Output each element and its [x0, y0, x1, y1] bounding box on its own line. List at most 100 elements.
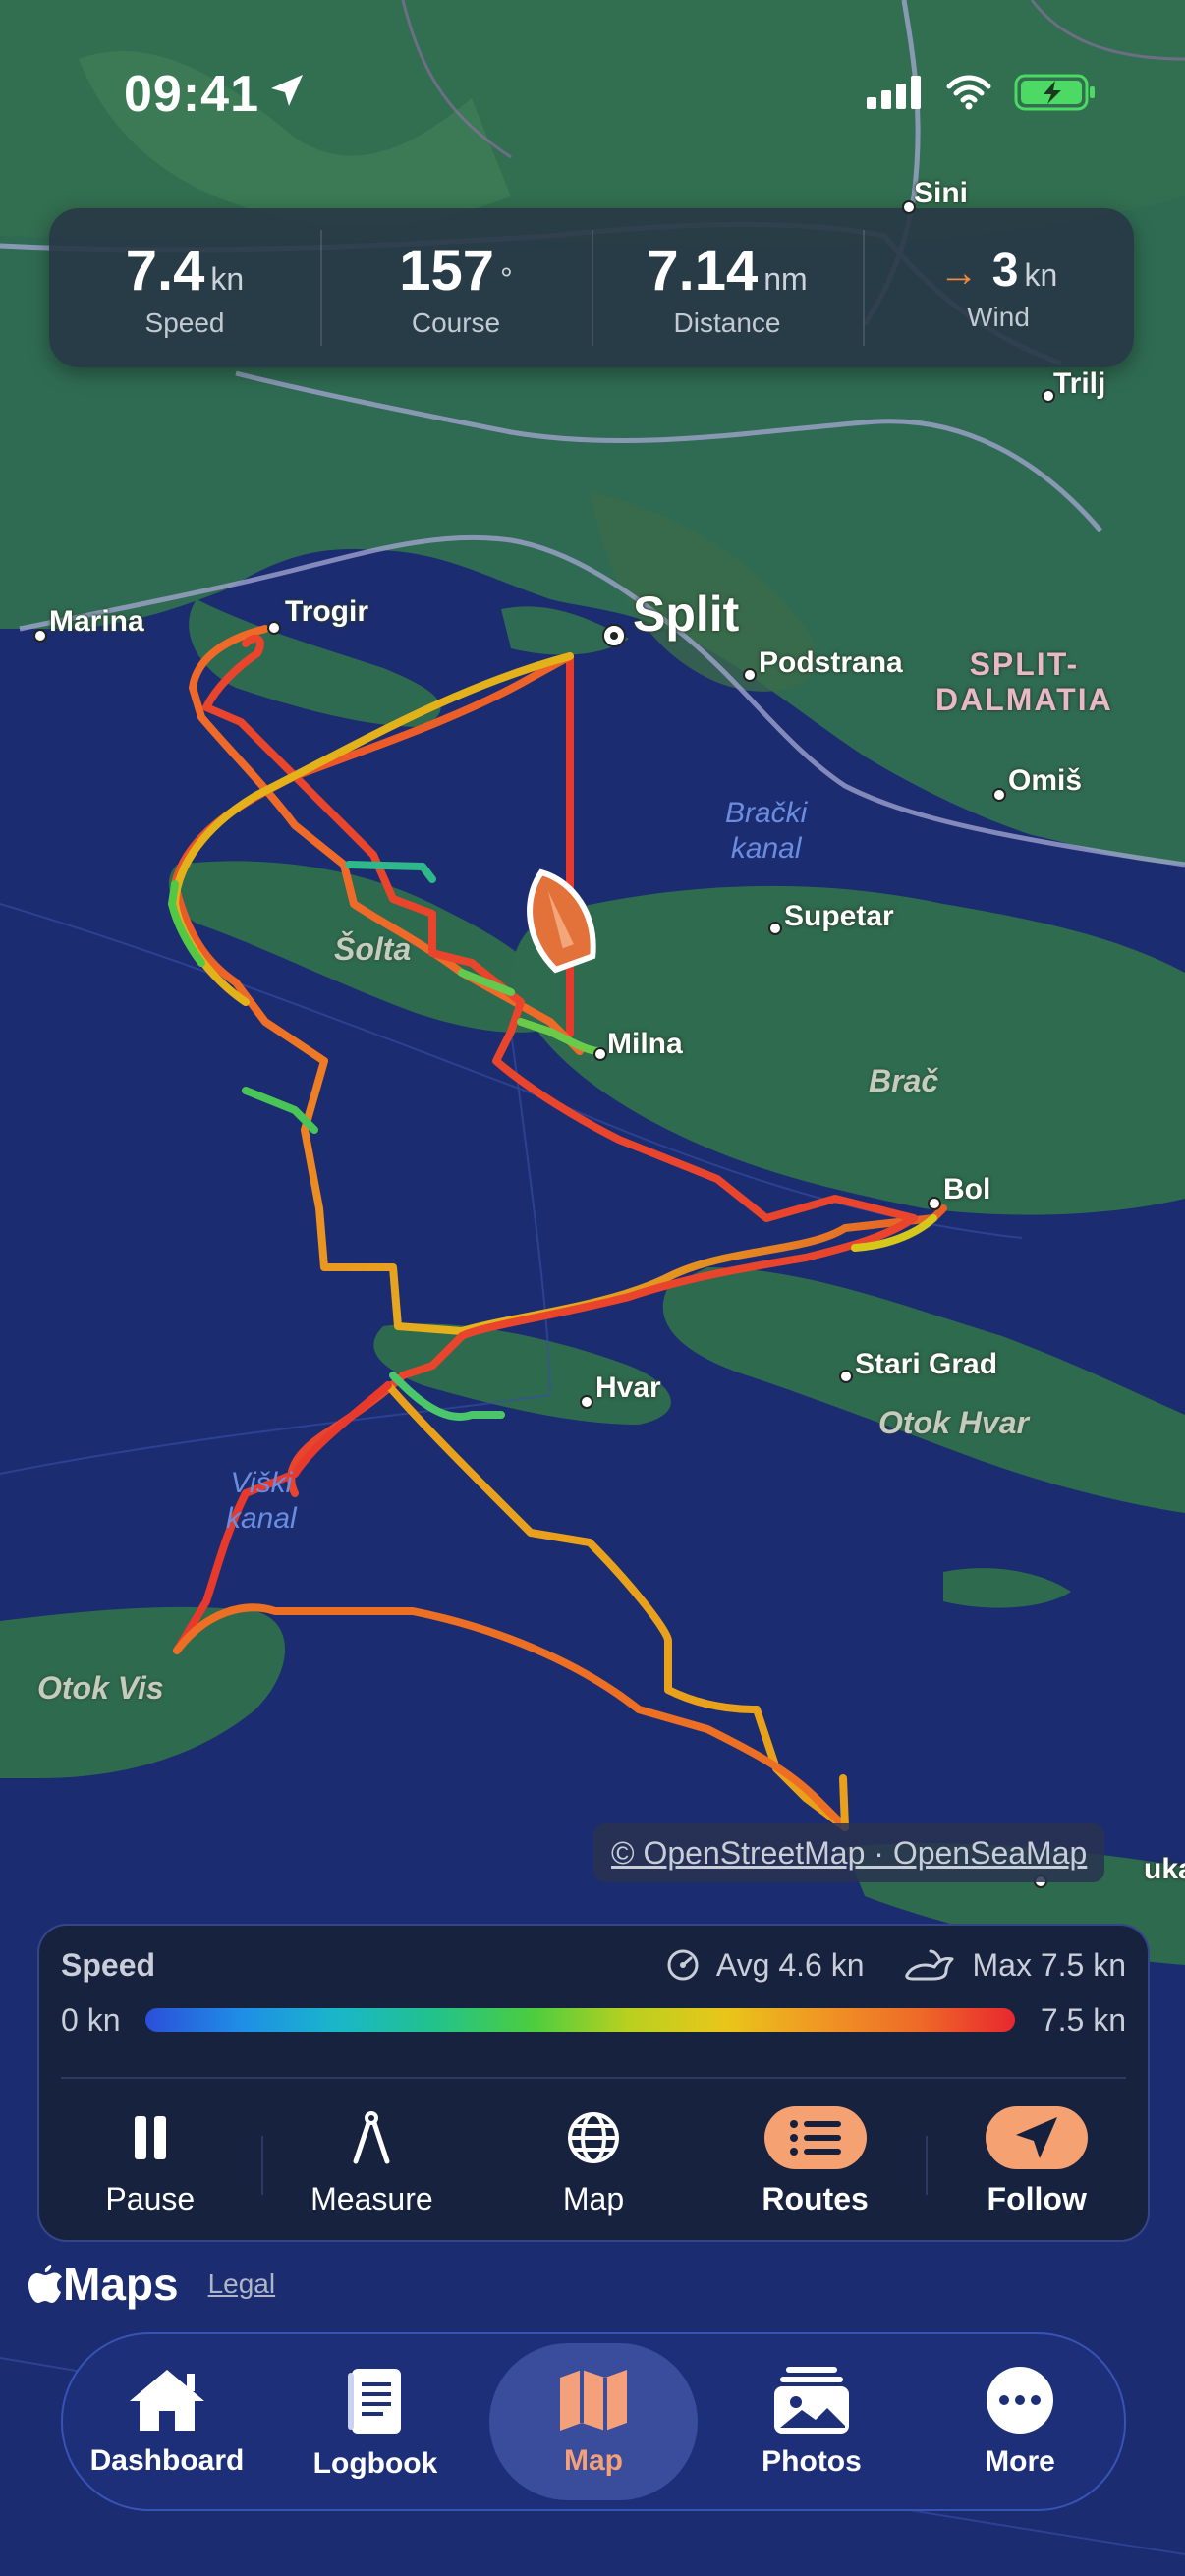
- speed-max: Max 7.5 kn: [972, 1946, 1126, 1983]
- water-viski-2: kanal: [226, 1502, 297, 1535]
- place-trilj: Trilj: [1053, 367, 1106, 400]
- place-dot: [580, 1395, 593, 1409]
- list-icon: [789, 2119, 841, 2156]
- pause-label: Pause: [105, 2180, 196, 2216]
- place-sini: Sini: [914, 177, 969, 209]
- speed-unit: kn: [210, 260, 245, 297]
- water-viski-1: Viški: [230, 1467, 293, 1499]
- region-line1: SPLIT-: [969, 646, 1080, 682]
- wind-value: 3: [991, 244, 1019, 297]
- place-milna: Milna: [607, 1028, 683, 1060]
- tab-dashboard-label: Dashboard: [89, 2444, 245, 2477]
- tab-bar: Dashboard Logbook Map Photos More: [61, 2332, 1126, 2511]
- map-attribution-link[interactable]: © OpenStreetMap · OpenSeaMap: [593, 1823, 1105, 1882]
- distance-value: 7.14: [647, 238, 759, 303]
- measure-label: Measure: [310, 2180, 433, 2216]
- place-split: Split: [633, 587, 740, 642]
- follow-button[interactable]: Follow: [926, 2105, 1148, 2217]
- panel-divider: [61, 2077, 1126, 2079]
- status-time: 09:41: [124, 66, 259, 123]
- tab-more[interactable]: More: [916, 2343, 1124, 2500]
- speed-scale: 0 kn 7.5 kn: [61, 1998, 1126, 2042]
- measure-button[interactable]: Measure: [260, 2106, 483, 2217]
- apple-logo-icon: [28, 2265, 62, 2303]
- legal-link[interactable]: Legal: [208, 2268, 276, 2300]
- stat-distance: 7.14 nm Distance: [592, 208, 863, 367]
- speed-scale-min: 0 kn: [61, 2001, 121, 2038]
- place-stari-grad: Stari Grad: [855, 1348, 998, 1380]
- place-hvar: Hvar: [595, 1372, 661, 1404]
- tool-separator: [926, 2135, 929, 2195]
- map-icon: [560, 2370, 627, 2431]
- status-icons: [867, 73, 1097, 112]
- island-brac: Brač: [869, 1063, 939, 1098]
- island-solta: Šolta: [334, 931, 412, 967]
- status-bar: 09:41: [0, 0, 1185, 196]
- trip-stats-card: 7.4 kn Speed 157 ° Course 7.14 nm Distance …: [49, 208, 1134, 367]
- book-icon: [348, 2369, 401, 2434]
- stat-wind: → 3 kn Wind: [863, 208, 1134, 367]
- place-dot: [928, 1197, 941, 1210]
- house-icon: [130, 2370, 204, 2431]
- place-dot: [839, 1370, 853, 1383]
- tab-photos-label: Photos: [762, 2445, 862, 2478]
- place-dot: [33, 629, 47, 643]
- map-style-label: Map: [562, 2180, 625, 2216]
- distance-unit: nm: [763, 260, 808, 297]
- speed-scale-max: 7.5 kn: [1040, 2001, 1126, 2038]
- place-dot: [992, 788, 1006, 802]
- compass-icon: [353, 2110, 390, 2163]
- speed-value: 7.4: [125, 238, 205, 303]
- place-dot: [743, 668, 757, 682]
- tab-logbook-label: Logbook: [312, 2447, 438, 2480]
- water-viski-kanal: Viški kanal: [226, 1466, 297, 1537]
- region-line2: DALMATIA: [935, 682, 1113, 717]
- place-supetar: Supetar: [784, 900, 894, 932]
- tab-map-label: Map: [564, 2444, 623, 2477]
- wind-arrow-icon: →: [938, 251, 979, 295]
- speed-legend-header: Speed Avg 4.6 kn Max 7.5 kn: [61, 1945, 1126, 1985]
- map-style-button[interactable]: Map: [482, 2106, 705, 2217]
- speed-legend-title: Speed: [61, 1946, 156, 1983]
- place-edge: uka: [1144, 1853, 1185, 1885]
- location-arrow-icon: [271, 75, 303, 106]
- tab-more-label: More: [985, 2445, 1055, 2478]
- water-bracki-kanal: Brački kanal: [725, 796, 807, 867]
- photos-icon: [774, 2367, 849, 2434]
- pause-button[interactable]: Pause: [39, 2106, 261, 2217]
- ellipsis-icon: [987, 2367, 1053, 2434]
- course-label: Course: [411, 307, 501, 338]
- course-value: 157: [399, 238, 494, 303]
- speed-avg: Avg 4.6 kn: [715, 1946, 865, 1983]
- stat-speed: 7.4 kn Speed: [49, 208, 320, 367]
- wifi-icon: [946, 75, 991, 110]
- tab-logbook[interactable]: Logbook: [271, 2343, 480, 2500]
- gauge-icon: [667, 1949, 699, 1981]
- place-trogir: Trogir: [285, 595, 369, 628]
- place-bol: Bol: [943, 1173, 991, 1205]
- region-label: SPLIT- DALMATIA: [935, 646, 1113, 717]
- place-marina: Marina: [49, 605, 144, 638]
- place-dot: [267, 621, 281, 635]
- apple-maps-footer: Maps Legal: [28, 2258, 275, 2311]
- hare-icon: [905, 1949, 954, 1981]
- tool-separator: [260, 2135, 263, 2195]
- globe-icon: [567, 2111, 619, 2163]
- wind-label: Wind: [967, 301, 1030, 332]
- wind-unit: kn: [1024, 256, 1058, 293]
- island-otok-hvar: Otok Hvar: [878, 1405, 1029, 1440]
- island-otok-vis: Otok Vis: [37, 1670, 164, 1706]
- location-arrow-icon: [1016, 2116, 1058, 2158]
- speed-legend-panel: Speed Avg 4.6 kn Max 7.5 kn 0 kn 7.5 kn …: [37, 1924, 1150, 2242]
- tab-dashboard[interactable]: Dashboard: [63, 2343, 271, 2500]
- pause-icon: [134, 2115, 166, 2159]
- battery-icon: [1014, 74, 1095, 111]
- routes-label: Routes: [762, 2180, 869, 2216]
- course-unit: °: [499, 260, 513, 297]
- routes-button[interactable]: Routes: [705, 2105, 927, 2217]
- tab-photos[interactable]: Photos: [707, 2343, 916, 2500]
- water-bracki-2: kanal: [730, 832, 802, 865]
- place-dot: [768, 922, 782, 935]
- tab-map[interactable]: Map: [489, 2343, 698, 2500]
- signal-icon: [867, 76, 921, 109]
